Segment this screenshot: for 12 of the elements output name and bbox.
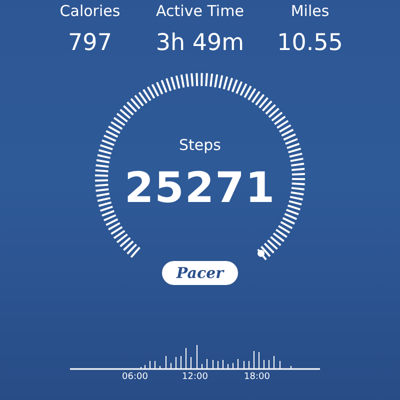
- stat-label: Calories: [60, 1, 120, 21]
- steps-label: Steps: [179, 135, 221, 155]
- time-label: 06:00: [122, 372, 148, 383]
- steps-count: 25271: [124, 163, 276, 213]
- stat-value: 10.55: [277, 29, 343, 58]
- stat-value: 797: [68, 29, 112, 58]
- time-label: 12:00: [182, 372, 208, 383]
- stat-label: Miles: [290, 1, 330, 21]
- stat-label: Active Time: [156, 1, 244, 21]
- time-label: 18:00: [244, 372, 270, 383]
- stat-value: 3h 49m: [156, 29, 244, 58]
- logo: Pacer: [162, 261, 238, 285]
